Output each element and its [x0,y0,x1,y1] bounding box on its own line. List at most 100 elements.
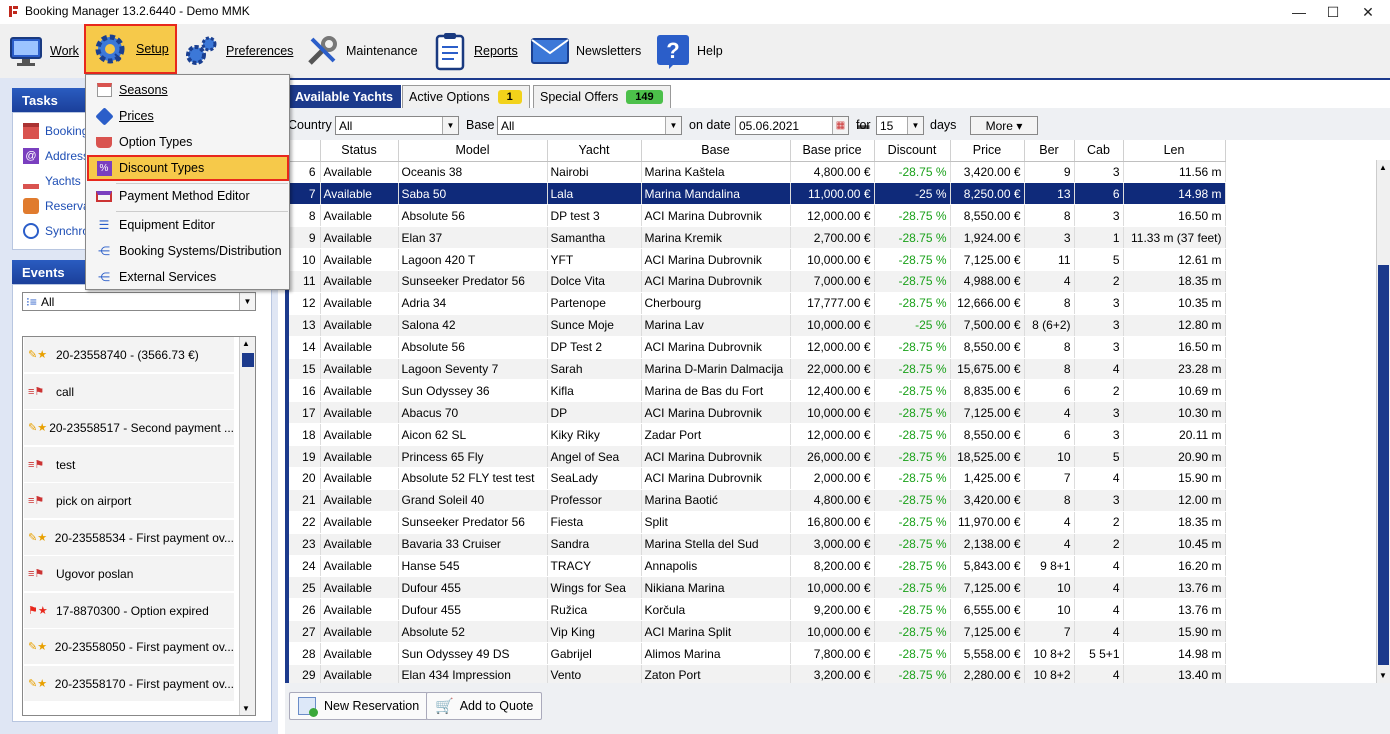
event-item[interactable]: ≡⚑ Ugovor poslan [24,556,234,592]
scroll-down-icon[interactable]: ▼ [242,704,250,713]
country-select[interactable]: All ▼ [335,116,459,135]
table-row[interactable]: 24 Available Hanse 545 TRACY Annapolis 8,200.… [289,555,1226,578]
close-button[interactable]: ✕ [1345,0,1390,24]
column-header[interactable]: Price [950,140,1025,162]
table-row[interactable]: 9 Available Elan 37 Samantha Marina Kremik 2,… [289,226,1226,250]
table-row[interactable]: 11 Available Sunseeker Predator 56 Dolce Vi… [289,270,1226,293]
event-item[interactable]: ✎★ 20-23558517 - Second payment ... [24,410,234,446]
table-row[interactable]: 6 Available Oceanis 38 Nairobi Marina Kaštel… [289,161,1226,184]
scroll-up-icon[interactable]: ▲ [1379,163,1387,172]
column-header[interactable]: Yacht [547,140,642,162]
event-item[interactable]: ✎★ 20-23558170 - First payment ov... [24,666,234,702]
table-row[interactable]: 23 Available Bavaria 33 Cruiser Sandra Marin… [289,533,1226,556]
menu-item-option-types[interactable]: Option Types [87,129,289,155]
yacht-cell: Partenope [547,292,642,315]
event-item[interactable]: ⚑★ 17-8870300 - Option expired [24,593,234,629]
events-scrollbar[interactable]: ▲ ▼ [239,337,255,715]
event-item[interactable]: ≡⚑ test [24,447,234,483]
preferences-button[interactable]: Preferences [184,26,294,76]
calendar-icon[interactable]: ▦ [832,117,848,134]
task-bookings[interactable]: Bookings [23,120,94,142]
column-header[interactable]: Status [320,140,399,162]
table-row[interactable]: 20 Available Absolute 52 FLY test test SeaL… [289,467,1226,490]
task-yachts[interactable]: Yachts [23,170,81,192]
setup-menu: Seasons Prices Option Types % Discount Ty… [85,74,290,290]
newsletters-button[interactable]: Newsletters [530,26,645,76]
column-header[interactable]: Discount [874,140,951,162]
flag-icon: ⚑★ [28,605,48,617]
table-row[interactable]: 8 Available Absolute 56 DP test 3 ACI Marina… [289,204,1226,228]
table-row[interactable]: 26 Available Dufour 455 Ružica Korčula 9,200.… [289,598,1226,622]
task-label: Yachts [45,174,81,188]
menu-item-seasons[interactable]: Seasons [87,77,289,103]
tab-available-yachts[interactable]: Available Yachts [288,85,401,108]
table-row[interactable]: 14 Available Absolute 56 DP Test 2 ACI Marin… [289,336,1226,359]
discount-cell: -28.75 % [874,445,951,468]
column-header[interactable]: Cab [1074,140,1124,162]
reports-button[interactable]: Reports [432,26,520,76]
date-input[interactable]: 05.06.2021 ▦ [735,116,849,135]
base-select[interactable]: All ▼ [497,116,682,135]
column-header[interactable]: Len [1123,140,1226,162]
event-item[interactable]: ≡⚑ pick on airport [24,483,234,519]
scroll-thumb[interactable] [242,353,254,367]
row-number: 15 [289,358,321,381]
table-row[interactable]: 15 Available Lagoon Seventy 7 Sarah Marina D… [289,358,1226,381]
tab-special-offers[interactable]: Special Offers 149 [533,85,671,108]
table-row[interactable]: 19 Available Princess 65 Fly Angel of Sea AC… [289,445,1226,468]
event-item[interactable]: ✎★ 20-23558534 - First payment ov... [24,520,234,556]
table-row[interactable]: 25 Available Dufour 455 Wings for Sea Nikian… [289,576,1226,600]
menu-item-equipment-editor[interactable]: ☰ Equipment Editor [87,212,289,238]
menu-item-booking-systems[interactable]: ⋲ Booking Systems/Distribution [87,238,289,264]
table-row[interactable]: 17 Available Abacus 70 DP ACI Marina Dubrovn… [289,401,1226,425]
column-header[interactable]: Ber [1024,140,1075,162]
table-row[interactable]: 10 Available Lagoon 420 T YFT ACI Marina Dub… [289,248,1226,271]
events-filter-select[interactable]: ⁝≡ All ▼ [22,292,256,311]
days-select[interactable]: 15 ▼ [876,116,924,135]
column-header[interactable]: Base [641,140,791,162]
scroll-down-icon[interactable]: ▼ [1379,671,1387,680]
model-cell: Saba 50 [398,182,548,206]
table-row[interactable]: 28 Available Sun Odyssey 49 DS Gabrijel Alim… [289,642,1226,665]
event-item[interactable]: ✎★ 20-23558050 - First payment ov... [24,629,234,665]
event-label: 20-23558534 - First payment ov... [54,530,234,545]
scroll-up-icon[interactable]: ▲ [242,339,250,348]
help-button[interactable]: ? Help [655,26,730,76]
new-reservation-button[interactable]: New Reservation [289,692,429,720]
help-icon: ? [657,35,689,69]
menu-item-external-services[interactable]: ⋲ External Services [87,264,289,290]
table-row[interactable]: 16 Available Sun Odyssey 36 Kifla Marina de … [289,379,1226,403]
column-header[interactable]: Model [398,140,548,162]
more-button[interactable]: More ▾ [970,116,1038,135]
events-list[interactable]: ✎★ 20-23558740 - (3566.73 €) ≡⚑ call ✎★ 20-… [22,336,256,716]
event-item[interactable]: ✎★ 20-23558740 - (3566.73 €) [24,337,234,373]
tab-active-options[interactable]: Active Options 1 [402,85,530,108]
table-row[interactable]: 21 Available Grand Soleil 40 Professor Marin… [289,489,1226,512]
menu-item-payment-method-editor[interactable]: Payment Method Editor [87,183,289,209]
menu-item-prices[interactable]: Prices [87,103,289,129]
setup-button[interactable]: Setup [84,24,177,74]
table-row[interactable]: 22 Available Sunseeker Predator 56 Fiesta Sp… [289,511,1226,534]
work-button[interactable]: Work [8,26,82,76]
row-number: 17 [289,401,321,425]
chevron-down-icon[interactable]: ▼ [239,293,255,310]
title-bar: Booking Manager 13.2.6440 - Demo MMK — ☐… [0,0,1390,24]
menu-item-discount-types[interactable]: % Discount Types [87,155,289,181]
add-to-quote-button[interactable]: 🛒 Add to Quote [426,692,543,720]
scroll-thumb[interactable] [1378,265,1389,665]
table-row[interactable]: 12 Available Adria 34 Partenope Cherbourg 17,… [289,292,1226,315]
discount-cell: -28.75 % [874,489,951,512]
maintenance-button[interactable]: Maintenance [304,26,424,76]
table-row[interactable]: 7 Available Saba 50 Lala Marina Mandalina 11,… [289,182,1226,206]
yachts-table: Status Model Yacht Base Base price Discount Pr… [289,140,1226,687]
newsletters-label: Newsletters [576,44,642,58]
event-item[interactable]: ≡⚑ call [24,374,234,410]
table-row[interactable]: 13 Available Salona 42 Sunce Moje Marina Lav… [289,314,1226,337]
row-number: 24 [289,555,321,578]
table-row[interactable]: 18 Available Aicon 62 SL Kiky Riky Zadar Por… [289,423,1226,447]
model-cell: Hanse 545 [398,555,548,578]
grid-scrollbar[interactable]: ▲ ▼ [1376,160,1390,683]
column-header-index[interactable] [289,140,321,162]
table-row[interactable]: 27 Available Absolute 52 Vip King ACI Marina… [289,620,1226,644]
column-header[interactable]: Base price [790,140,875,162]
